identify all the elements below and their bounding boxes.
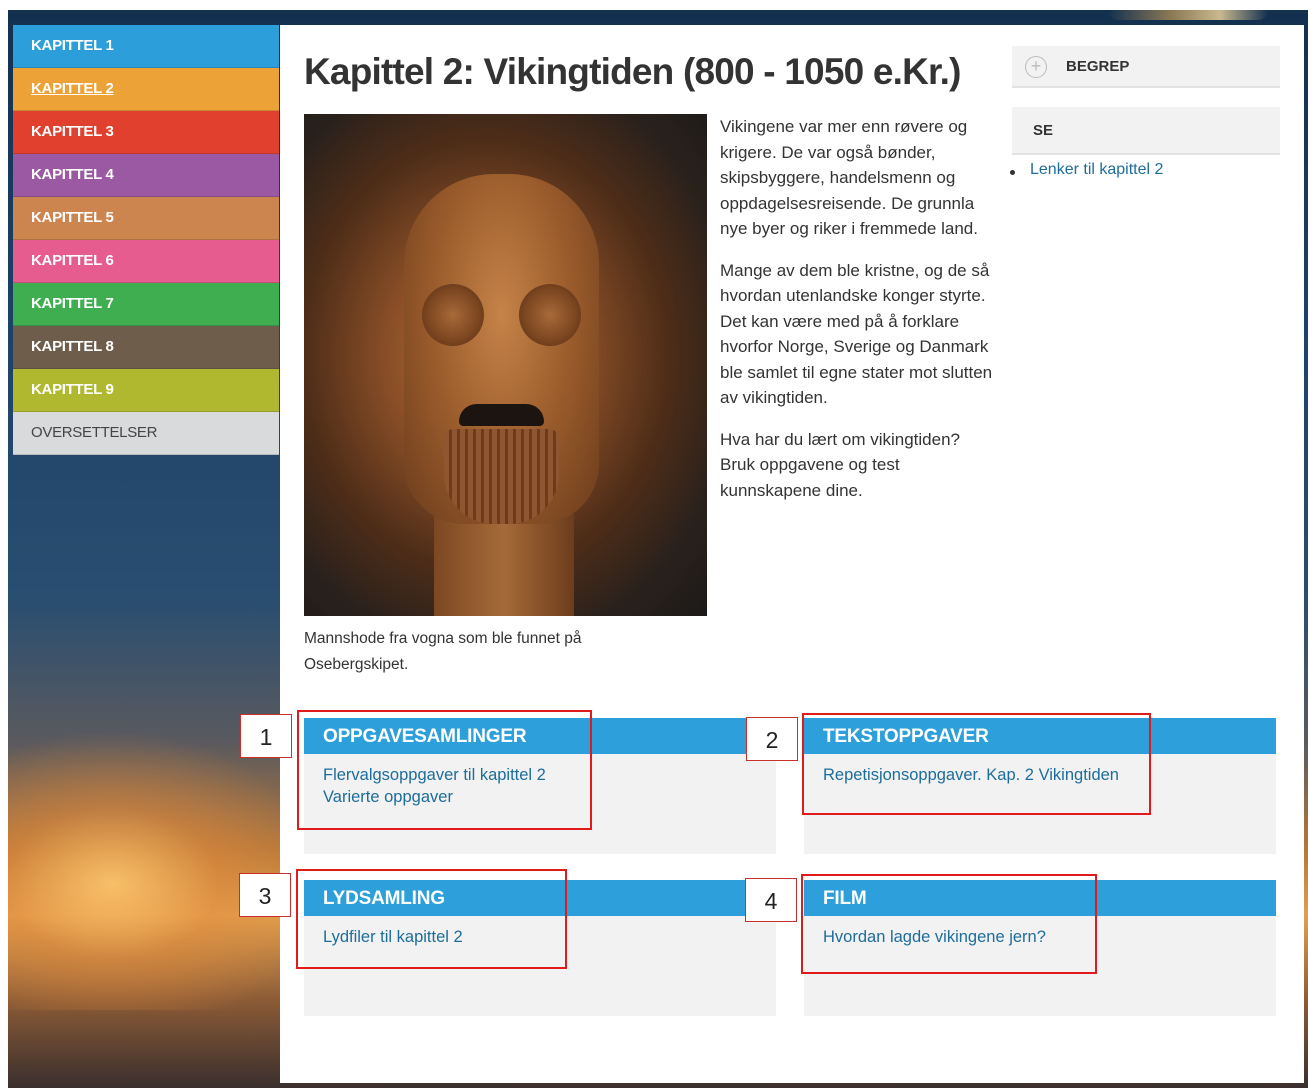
intro-text: Vikingene var mer enn røvere og krigere.… [720, 114, 995, 519]
bullet-icon [1010, 170, 1015, 175]
annotation-box [802, 713, 1151, 815]
annotation-box [297, 710, 592, 830]
plus-circle-icon: + [1025, 56, 1047, 78]
carved-eye-right [519, 284, 581, 346]
intro-paragraph: Mange av dem ble kristne, og de så hvord… [720, 260, 993, 408]
list-item: Lenker til kapittel 2 [1008, 161, 1163, 179]
se-heading: SE [1012, 107, 1280, 155]
sidebar-item-kapittel-1[interactable]: KAPITTEL 1 [13, 25, 279, 68]
sidebar-item-kapittel-5[interactable]: KAPITTEL 5 [13, 197, 279, 240]
sidebar-item-kapittel-4[interactable]: KAPITTEL 4 [13, 154, 279, 197]
annotation-number: 3 [239, 873, 291, 917]
intro-paragraph: Hva har du lært om vikingtiden? Bruk opp… [720, 429, 961, 500]
page-title: Kapittel 2: Vikingtiden (800 - 1050 e.Kr… [304, 51, 961, 92]
sidebar-item-oversettelser[interactable]: OVERSETTELSER [13, 412, 279, 455]
begrep-label: BEGREP [1066, 58, 1130, 75]
carved-eye-left [422, 284, 484, 346]
annotation-number: 1 [240, 714, 292, 758]
annotation-number: 2 [746, 717, 798, 761]
carved-beard [444, 429, 559, 524]
intro-paragraph: Vikingene var mer enn røvere og krigere.… [720, 117, 978, 238]
carved-mouth [459, 404, 544, 426]
begrep-toggle[interactable]: + BEGREP [1012, 46, 1280, 88]
image-caption: Mannshode fra vogna som ble funnet på Os… [304, 630, 582, 673]
se-link-list: Lenker til kapittel 2 [1008, 161, 1163, 179]
chapter-sidebar: KAPITTEL 1 KAPITTEL 2 KAPITTEL 3 KAPITTE… [13, 25, 279, 455]
se-label: SE [1033, 122, 1054, 139]
hero-image [304, 114, 707, 616]
carved-head [404, 174, 599, 524]
sidebar-item-kapittel-8[interactable]: KAPITTEL 8 [13, 326, 279, 369]
sidebar-item-kapittel-2[interactable]: KAPITTEL 2 [13, 68, 279, 111]
sidebar-item-kapittel-9[interactable]: KAPITTEL 9 [13, 369, 279, 412]
lenker-link[interactable]: Lenker til kapittel 2 [1030, 161, 1163, 178]
sidebar-item-kapittel-3[interactable]: KAPITTEL 3 [13, 111, 279, 154]
annotation-box [296, 869, 567, 969]
sidebar-item-kapittel-7[interactable]: KAPITTEL 7 [13, 283, 279, 326]
annotation-box [801, 874, 1097, 974]
carving-post [434, 514, 574, 616]
annotation-number: 4 [745, 878, 797, 922]
sidebar-item-kapittel-6[interactable]: KAPITTEL 6 [13, 240, 279, 283]
background-decoration [1108, 10, 1268, 20]
